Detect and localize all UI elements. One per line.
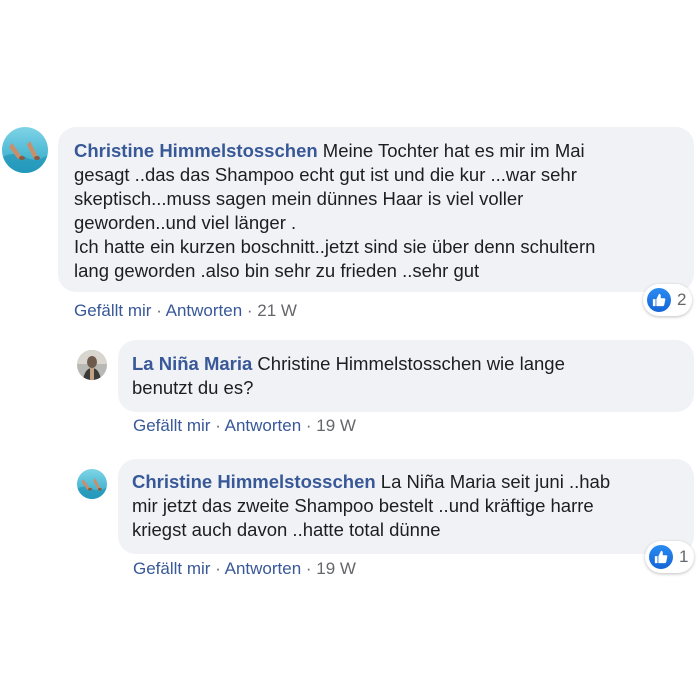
separator: · xyxy=(151,301,166,320)
comment-text-line: Ich hatte ein kurzen boschnitt..jetzt si… xyxy=(74,236,596,257)
feet-in-pool-photo-icon xyxy=(2,127,48,173)
comment-text-line: mir jetzt das zweite Shampoo bestelt ..u… xyxy=(132,495,594,516)
like-link[interactable]: Gefällt mir xyxy=(133,559,210,578)
comment-actions: Gefällt mir · Antworten · 21 W xyxy=(74,301,297,321)
avatar-christine[interactable] xyxy=(77,469,107,499)
reaction-count: 2 xyxy=(677,290,687,309)
avatar-maria[interactable] xyxy=(77,350,107,380)
comment-actions: Gefällt mir · Antworten · 19 W xyxy=(133,559,356,579)
separator: · xyxy=(210,559,225,578)
comment-text-line: benutzt du es? xyxy=(132,377,254,398)
comment-text-line: La Niña Maria seit juni ..hab xyxy=(375,471,611,492)
thumbs-up-icon xyxy=(647,288,671,312)
comment-text-line: skeptisch...muss sagen mein dünnes Haar … xyxy=(74,188,524,209)
feet-in-pool-photo-icon xyxy=(77,469,107,499)
reaction-count: 1 xyxy=(679,547,689,566)
avatar-christine[interactable] xyxy=(2,127,48,173)
comment-text-line: Christine Himmelstosschen wie lange xyxy=(252,353,565,374)
thumbs-up-icon xyxy=(649,545,673,569)
reaction-summary[interactable]: 2 xyxy=(643,284,693,316)
reply-link[interactable]: Antworten xyxy=(225,559,302,578)
comment-author[interactable]: Christine Himmelstosschen xyxy=(74,140,318,161)
reply-link[interactable]: Antworten xyxy=(166,301,243,320)
reaction-summary[interactable]: 1 xyxy=(645,541,695,573)
separator: · xyxy=(301,559,317,578)
timestamp[interactable]: 19 W xyxy=(316,559,356,578)
separator: · xyxy=(301,416,317,435)
comment-bubble: Christine Himmelstosschen La Niña Maria … xyxy=(118,459,694,554)
separator: · xyxy=(210,416,225,435)
comment-text-line: lang geworden .also bin sehr zu frieden … xyxy=(74,260,480,281)
like-link[interactable]: Gefällt mir xyxy=(74,301,151,320)
comment-author[interactable]: La Niña Maria xyxy=(132,353,252,374)
comment-text-line: gesagt ..das das Shampoo echt gut ist un… xyxy=(74,164,577,185)
separator: · xyxy=(242,301,258,320)
comment-bubble: Christine Himmelstosschen Meine Tochter … xyxy=(58,127,694,292)
comment-actions: Gefällt mir · Antworten · 19 W xyxy=(133,416,356,436)
profile-photo-icon xyxy=(77,350,107,380)
comment-bubble: La Niña Maria Christine Himmelstosschen … xyxy=(118,340,694,412)
timestamp[interactable]: 19 W xyxy=(316,416,356,435)
reply-link[interactable]: Antworten xyxy=(225,416,302,435)
timestamp[interactable]: 21 W xyxy=(257,301,297,320)
comment-text-line: kriegst auch davon ..hatte total dünne xyxy=(132,519,441,540)
comment-text-line: Meine Tochter hat es mir im Mai xyxy=(317,140,585,161)
like-link[interactable]: Gefällt mir xyxy=(133,416,210,435)
comment-text-line: geworden..und viel länger . xyxy=(74,212,297,233)
comment-author[interactable]: Christine Himmelstosschen xyxy=(132,471,376,492)
